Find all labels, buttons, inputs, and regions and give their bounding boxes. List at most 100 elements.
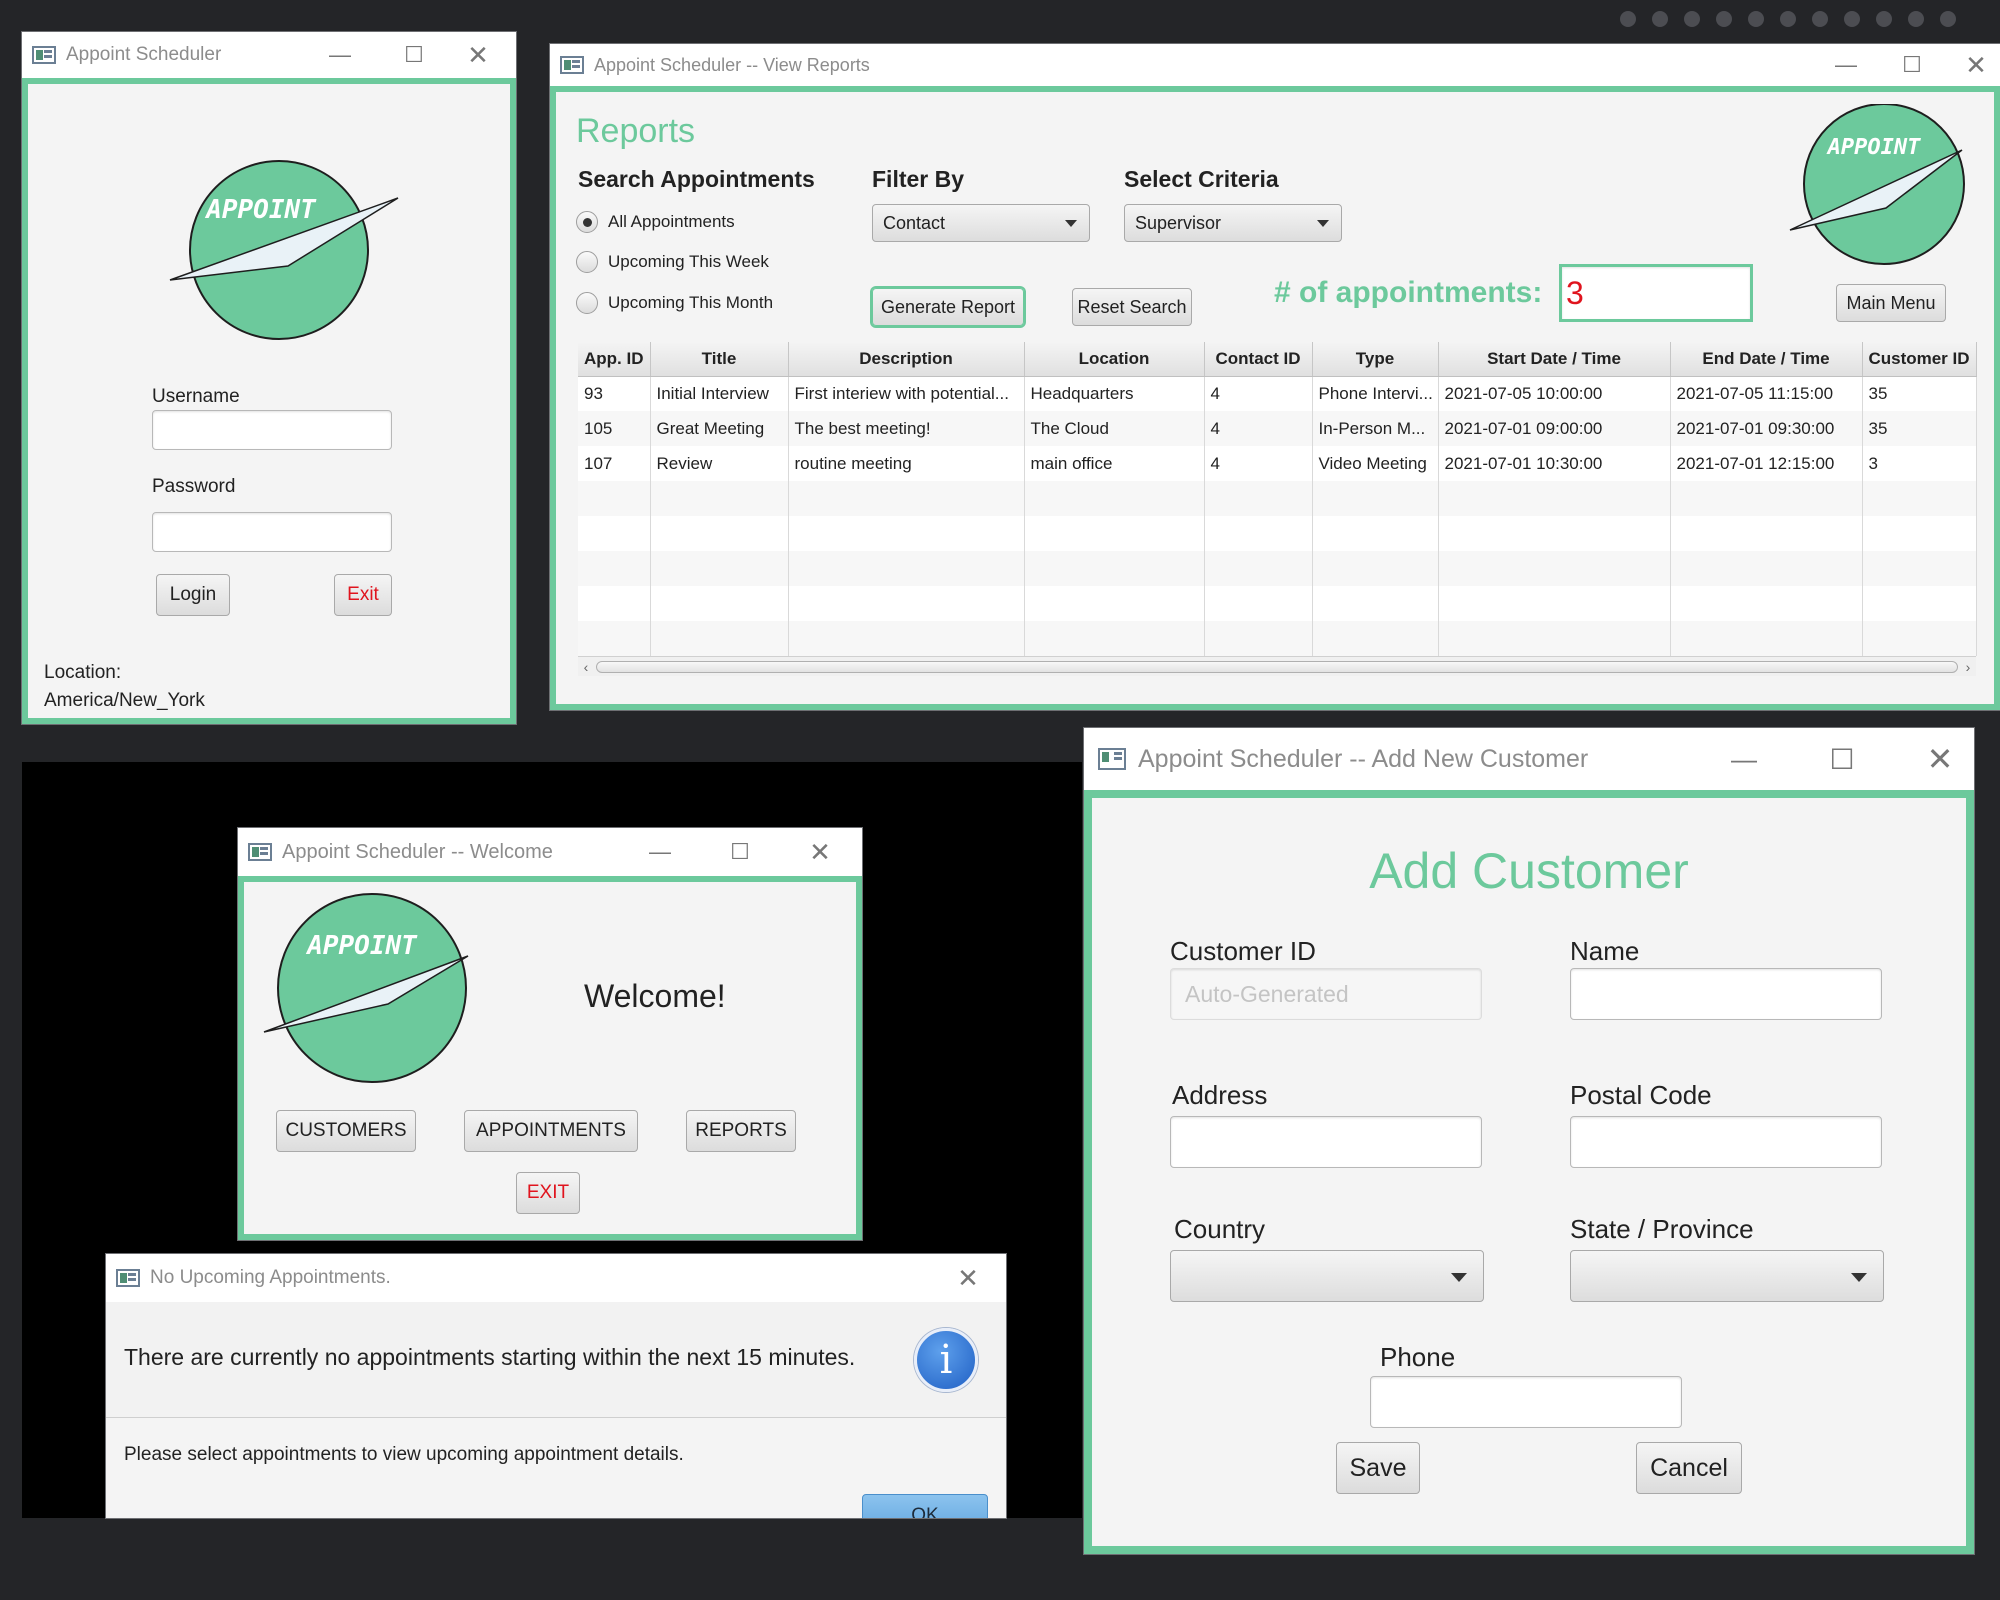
appointments-button[interactable]: APPOINTMENTS xyxy=(464,1110,638,1152)
password-label: Password xyxy=(152,476,236,497)
table-cell: 105 xyxy=(578,411,651,446)
app-icon xyxy=(116,1269,140,1287)
close-button[interactable]: ✕ xyxy=(1948,44,2000,86)
scrollbar-thumb[interactable] xyxy=(596,661,1958,673)
postal-code-label: Postal Code xyxy=(1570,1080,1712,1110)
column-header[interactable]: Customer ID xyxy=(1862,342,1977,377)
reset-search-button[interactable]: Reset Search xyxy=(1072,288,1192,326)
minimize-button[interactable]: — xyxy=(632,828,688,876)
maximize-button[interactable]: ☐ xyxy=(712,828,768,876)
column-header[interactable]: App. ID xyxy=(578,342,651,377)
ok-button[interactable]: OK xyxy=(862,1494,988,1518)
column-header[interactable]: Type xyxy=(1312,342,1439,377)
name-field[interactable] xyxy=(1570,968,1882,1020)
alert-header-text: There are currently no appointments star… xyxy=(124,1344,856,1370)
welcome-window-title: Appoint Scheduler -- Welcome xyxy=(282,840,553,863)
filter-by-select[interactable]: Contact xyxy=(872,204,1090,242)
table-cell: 4 xyxy=(1204,446,1313,481)
exit-button[interactable]: Exit xyxy=(334,574,392,616)
appointment-count-field[interactable]: 3 xyxy=(1559,264,1753,322)
radio-all-appointments[interactable]: All Appointments xyxy=(576,211,735,233)
search-appointments-heading: Search Appointments xyxy=(578,166,815,192)
chevron-down-icon xyxy=(1451,1273,1467,1282)
table-row[interactable]: 105 Great Meeting The best meeting! The … xyxy=(578,411,1977,446)
table-cell: 107 xyxy=(578,446,651,481)
minimize-button[interactable]: — xyxy=(312,32,368,78)
add-customer-titlebar: Appoint Scheduler -- Add New Customer — … xyxy=(1084,728,1974,790)
table-row[interactable]: 93 Initial Interview First interiew with… xyxy=(578,376,1977,411)
column-header[interactable]: Start Date / Time xyxy=(1438,342,1671,377)
welcome-window: Appoint Scheduler -- Welcome — ☐ ✕ APPOI… xyxy=(238,828,862,1240)
alert-body-area: Please select appointments to view upcom… xyxy=(106,1418,1006,1518)
address-field[interactable] xyxy=(1170,1116,1482,1168)
background-dots xyxy=(1620,11,1956,27)
login-button[interactable]: Login xyxy=(156,574,230,616)
radio-upcoming-week[interactable]: Upcoming This Week xyxy=(576,251,769,273)
column-header[interactable]: Description xyxy=(788,342,1025,377)
state-province-label: State / Province xyxy=(1570,1214,1754,1244)
table-cell: 93 xyxy=(578,376,651,411)
close-button[interactable]: ✕ xyxy=(450,32,506,78)
maximize-button[interactable]: ☐ xyxy=(386,32,442,78)
maximize-button[interactable]: ☐ xyxy=(1814,728,1870,790)
customer-id-label: Customer ID xyxy=(1170,936,1316,966)
scroll-right-icon[interactable]: › xyxy=(1960,657,1976,677)
add-customer-heading: Add Customer xyxy=(1369,843,1689,899)
login-window: Appoint Scheduler — ☐ ✕ APPOINT Username… xyxy=(22,32,516,724)
maximize-button[interactable]: ☐ xyxy=(1884,44,1940,86)
state-province-select[interactable] xyxy=(1570,1250,1884,1302)
column-header[interactable]: End Date / Time xyxy=(1670,342,1863,377)
customers-button[interactable]: CUSTOMERS xyxy=(276,1110,416,1152)
table-horizontal-scrollbar[interactable]: ‹ › xyxy=(578,656,1976,676)
app-icon xyxy=(560,56,584,74)
phone-field[interactable] xyxy=(1370,1376,1682,1428)
table-cell: Initial Interview xyxy=(650,376,789,411)
postal-code-field[interactable] xyxy=(1570,1116,1882,1168)
exit-button[interactable]: EXIT xyxy=(516,1172,580,1214)
criteria-select[interactable]: Supervisor xyxy=(1124,204,1342,242)
login-content: APPOINT Username Password Login Exit Loc… xyxy=(22,78,516,724)
app-icon xyxy=(1098,748,1126,770)
password-input[interactable] xyxy=(152,512,392,552)
minimize-button[interactable]: — xyxy=(1716,728,1772,790)
login-titlebar: Appoint Scheduler — ☐ ✕ xyxy=(22,32,516,78)
chevron-down-icon xyxy=(1065,220,1077,227)
table-cell: Phone Intervi... xyxy=(1312,376,1439,411)
table-row-empty xyxy=(578,586,1977,621)
close-button[interactable]: ✕ xyxy=(940,1254,996,1302)
table-cell: 2021-07-01 09:30:00 xyxy=(1670,411,1863,446)
app-icon xyxy=(248,843,272,861)
chevron-down-icon xyxy=(1851,1273,1867,1282)
appointments-table[interactable]: App. ID Title Description Location Conta… xyxy=(578,342,1977,656)
minimize-button[interactable]: — xyxy=(1818,44,1874,86)
criteria-value: Supervisor xyxy=(1135,212,1222,233)
table-row-empty xyxy=(578,621,1977,656)
login-window-title: Appoint Scheduler xyxy=(66,44,222,65)
save-button[interactable]: Save xyxy=(1336,1442,1420,1494)
table-row[interactable]: 107 Review routine meeting main office 4… xyxy=(578,446,1977,481)
table-cell: The Cloud xyxy=(1024,411,1205,446)
main-menu-button[interactable]: Main Menu xyxy=(1836,284,1946,322)
table-cell: 35 xyxy=(1862,411,1977,446)
logo-text: APPOINT xyxy=(305,931,418,961)
table-cell: 2021-07-05 10:00:00 xyxy=(1438,376,1671,411)
filter-by-value: Contact xyxy=(883,212,946,233)
country-label: Country xyxy=(1174,1214,1266,1244)
username-input[interactable] xyxy=(152,410,392,450)
close-button[interactable]: ✕ xyxy=(792,828,848,876)
cancel-button[interactable]: Cancel xyxy=(1636,1442,1742,1494)
table-cell: main office xyxy=(1024,446,1205,481)
table-row-empty xyxy=(578,481,1977,516)
scroll-left-icon[interactable]: ‹ xyxy=(578,657,594,677)
column-header[interactable]: Title xyxy=(650,342,789,377)
column-header[interactable]: Location xyxy=(1024,342,1205,377)
country-select[interactable] xyxy=(1170,1250,1484,1302)
reports-button[interactable]: REPORTS xyxy=(686,1110,796,1152)
generate-report-button[interactable]: Generate Report xyxy=(872,288,1024,326)
appoint-logo: APPOINT xyxy=(263,893,469,1083)
column-header[interactable]: Contact ID xyxy=(1204,342,1313,377)
radio-upcoming-month[interactable]: Upcoming This Month xyxy=(576,292,773,314)
location-label: Location: xyxy=(44,662,122,683)
close-button[interactable]: ✕ xyxy=(1912,728,1968,790)
reports-heading: Reports xyxy=(576,112,696,150)
